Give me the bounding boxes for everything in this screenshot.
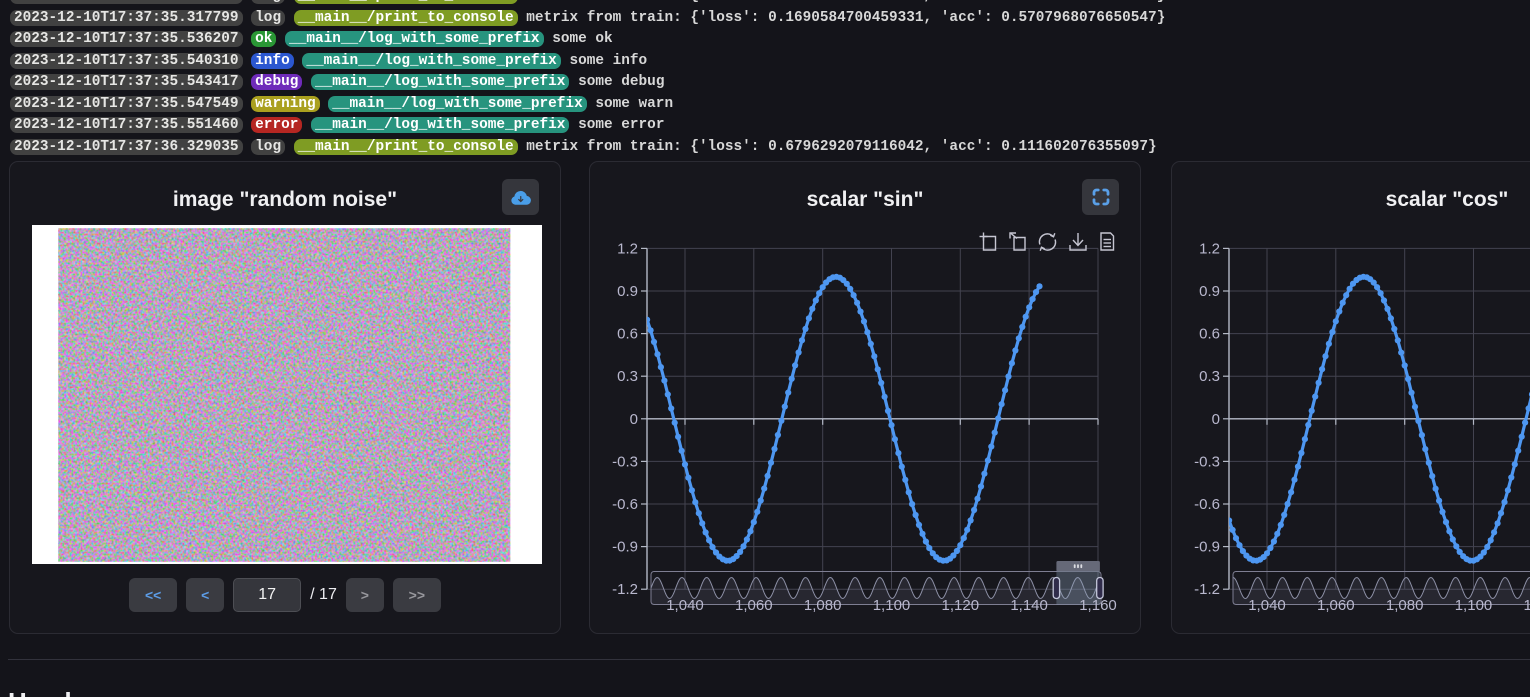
svg-text:1,040: 1,040 bbox=[666, 597, 704, 614]
svg-text:1.2: 1.2 bbox=[1199, 240, 1220, 257]
svg-text:1,080: 1,080 bbox=[1386, 597, 1424, 614]
svg-text:0.3: 0.3 bbox=[1199, 368, 1220, 385]
svg-text:-1.2: -1.2 bbox=[612, 581, 638, 598]
svg-text:-1.2: -1.2 bbox=[1194, 581, 1220, 598]
svg-text:0: 0 bbox=[1212, 411, 1220, 428]
svg-text:1,160: 1,160 bbox=[1079, 597, 1117, 614]
svg-text:-0.9: -0.9 bbox=[1194, 539, 1220, 556]
svg-text:0.6: 0.6 bbox=[617, 326, 638, 343]
svg-text:-0.6: -0.6 bbox=[612, 496, 638, 513]
svg-text:0.6: 0.6 bbox=[1199, 326, 1220, 343]
svg-text:1,060: 1,060 bbox=[735, 597, 773, 614]
svg-text:0.3: 0.3 bbox=[617, 368, 638, 385]
svg-text:1,100: 1,100 bbox=[1455, 597, 1493, 614]
svg-text:1,080: 1,080 bbox=[804, 597, 842, 614]
svg-text:1.2: 1.2 bbox=[617, 240, 638, 257]
svg-text:0: 0 bbox=[630, 411, 638, 428]
svg-text:1,040: 1,040 bbox=[1248, 597, 1286, 614]
svg-text:1,140: 1,140 bbox=[1010, 597, 1048, 614]
svg-text:0.9: 0.9 bbox=[1199, 283, 1220, 300]
svg-text:1,120: 1,120 bbox=[1524, 597, 1530, 614]
svg-text:-0.6: -0.6 bbox=[1194, 496, 1220, 513]
svg-text:1,120: 1,120 bbox=[942, 597, 980, 614]
svg-text:-0.3: -0.3 bbox=[1194, 453, 1220, 470]
svg-text:0.9: 0.9 bbox=[617, 283, 638, 300]
svg-text:-0.3: -0.3 bbox=[612, 453, 638, 470]
svg-text:1,100: 1,100 bbox=[873, 597, 911, 614]
svg-text:-0.9: -0.9 bbox=[612, 539, 638, 556]
svg-text:1,060: 1,060 bbox=[1317, 597, 1355, 614]
